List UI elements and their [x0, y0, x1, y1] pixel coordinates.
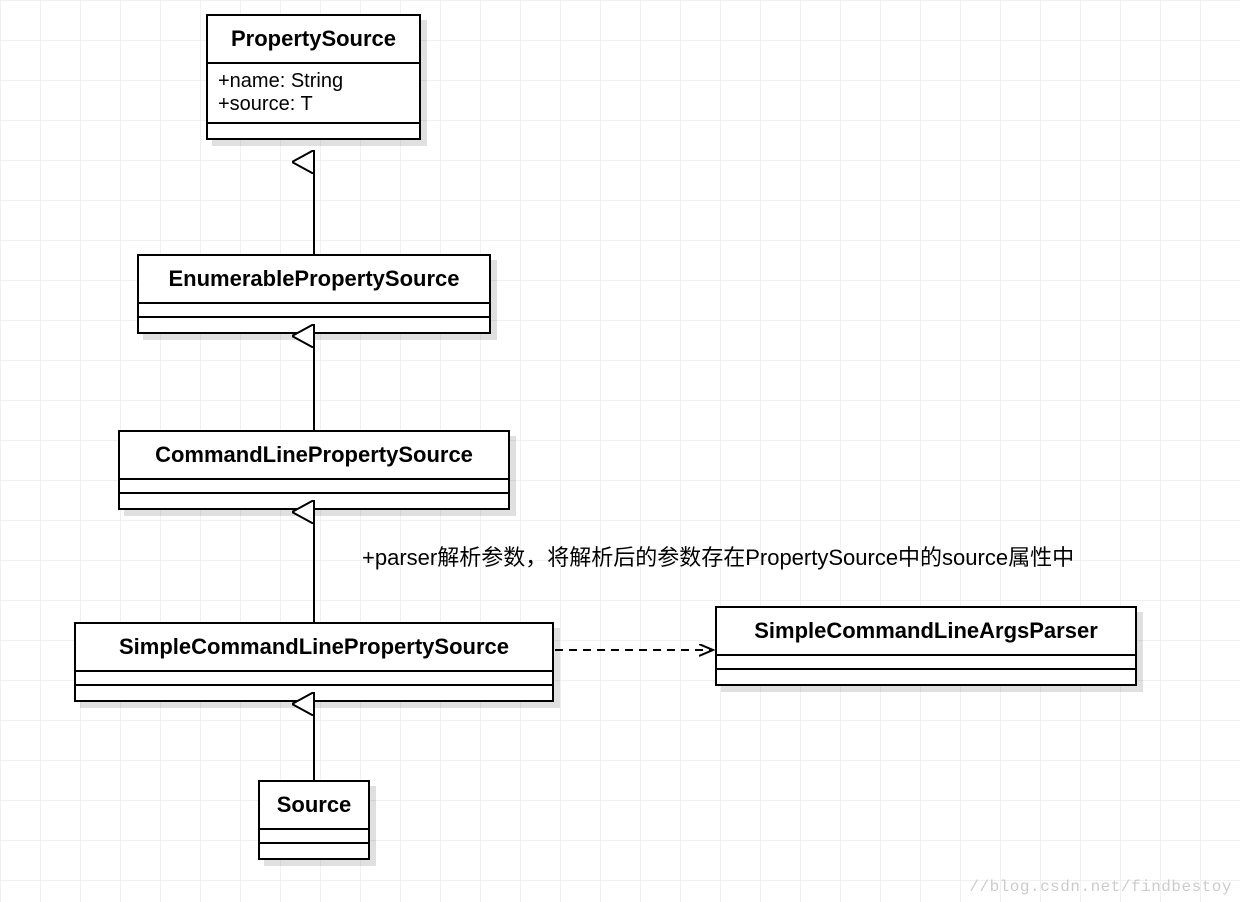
class-title: PropertySource	[208, 16, 419, 64]
class-title: CommandLinePropertySource	[120, 432, 508, 480]
note-text: +parser解析参数，将解析后的参数存在PropertySource中的sou…	[362, 540, 1074, 572]
class-simple-commandline-propertysource: SimpleCommandLinePropertySource	[74, 622, 554, 702]
class-title: EnumerablePropertySource	[139, 256, 489, 304]
class-attrs	[139, 304, 489, 318]
class-attrs	[76, 672, 552, 686]
attr-row: +name: String	[218, 70, 409, 93]
class-title: SimpleCommandLineArgsParser	[717, 608, 1135, 656]
class-attrs	[260, 830, 368, 844]
class-attrs	[120, 480, 508, 494]
class-attrs	[717, 656, 1135, 670]
class-enumerable-propertysource: EnumerablePropertySource	[137, 254, 491, 334]
class-methods	[717, 670, 1135, 684]
class-methods	[208, 124, 419, 138]
class-commandline-propertysource: CommandLinePropertySource	[118, 430, 510, 510]
class-source: Source	[258, 780, 370, 860]
class-simple-commandline-args-parser: SimpleCommandLineArgsParser	[715, 606, 1137, 686]
watermark: //blog.csdn.net/findbestoy	[969, 878, 1232, 896]
class-attrs: +name: String +source: T	[208, 64, 419, 124]
class-methods	[139, 318, 489, 332]
class-methods	[120, 494, 508, 508]
attr-row: +source: T	[218, 93, 409, 116]
class-title: Source	[260, 782, 368, 830]
class-methods	[260, 844, 368, 858]
class-propertysource: PropertySource +name: String +source: T	[206, 14, 421, 140]
class-title: SimpleCommandLinePropertySource	[76, 624, 552, 672]
class-methods	[76, 686, 552, 700]
